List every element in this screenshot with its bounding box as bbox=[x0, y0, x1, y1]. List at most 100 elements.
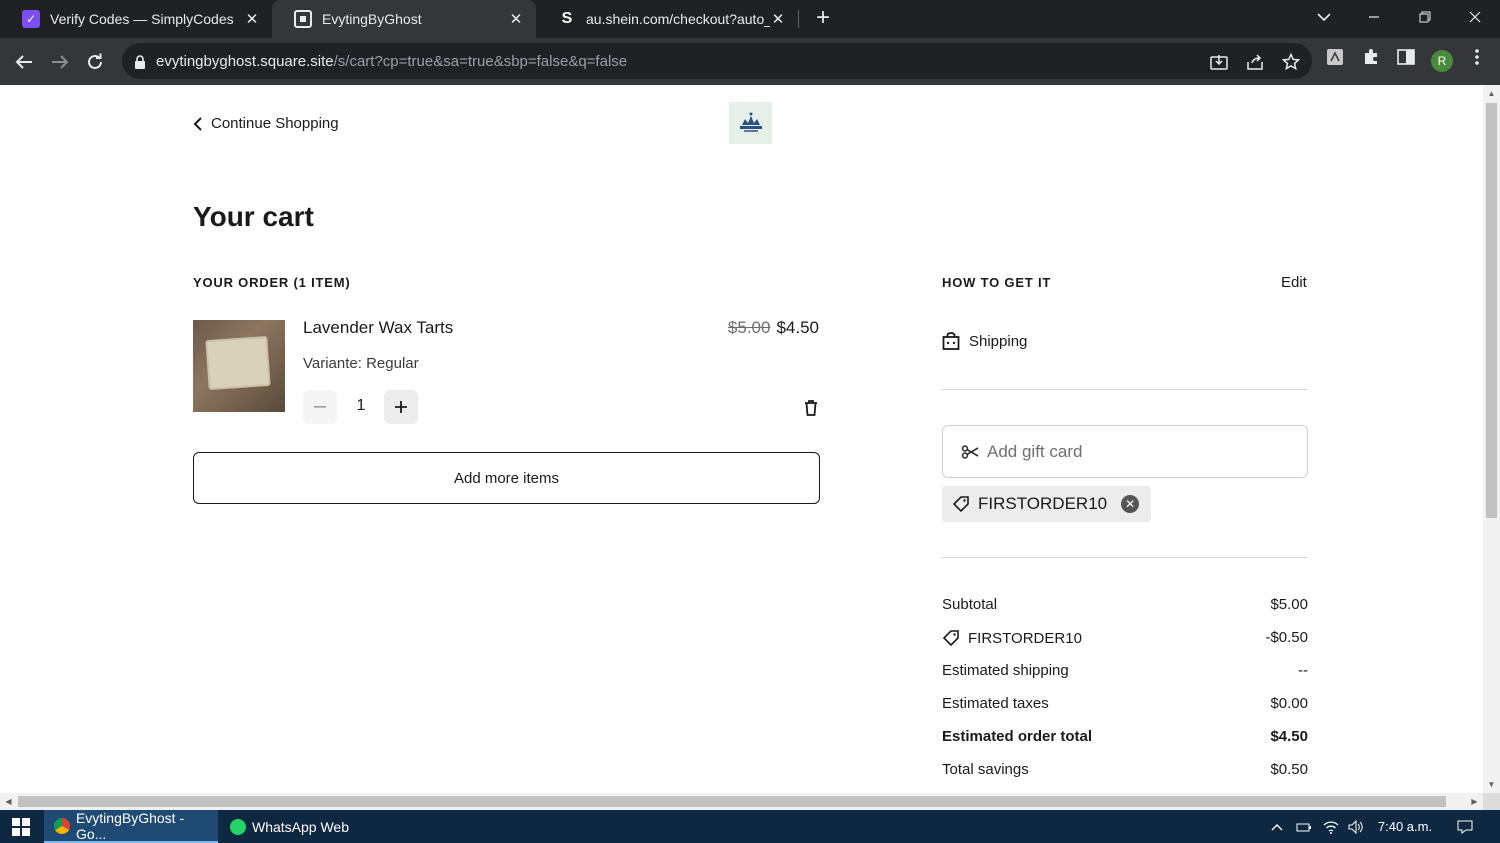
scroll-up-arrow-icon[interactable]: ▲ bbox=[1483, 85, 1500, 102]
taskbar-app-whatsapp[interactable]: WhatsApp Web bbox=[220, 810, 390, 843]
chevron-left-icon bbox=[193, 116, 202, 131]
shein-favicon-icon: S bbox=[561, 10, 573, 27]
taskbar-app-chrome[interactable]: EvytingByGhost - Go... bbox=[44, 810, 218, 843]
continue-shopping-label: Continue Shopping bbox=[211, 115, 339, 132]
divider bbox=[942, 557, 1308, 558]
add-more-items-button[interactable]: Add more items bbox=[193, 452, 820, 504]
trash-icon bbox=[805, 400, 817, 416]
windows-logo-icon bbox=[12, 817, 30, 836]
square-favicon-icon bbox=[294, 10, 312, 28]
restore-icon bbox=[1419, 11, 1431, 23]
scroll-right-arrow-icon[interactable]: ▶ bbox=[1466, 793, 1483, 810]
menu-kebab-icon[interactable] bbox=[1467, 47, 1487, 67]
tag-icon bbox=[952, 496, 969, 513]
profile-avatar[interactable]: R bbox=[1431, 50, 1453, 72]
tab-divider bbox=[798, 10, 799, 28]
close-icon bbox=[1469, 11, 1481, 23]
increase-quantity-button[interactable] bbox=[384, 390, 418, 424]
decrease-quantity-button[interactable] bbox=[303, 390, 337, 424]
arrow-right-icon bbox=[52, 55, 69, 69]
windows-taskbar: EvytingByGhost - Go... WhatsApp Web 7:40… bbox=[0, 810, 1500, 843]
wifi-icon[interactable] bbox=[1320, 810, 1342, 843]
scroll-left-arrow-icon[interactable]: ◀ bbox=[0, 793, 17, 810]
battery-icon[interactable] bbox=[1293, 810, 1315, 843]
side-panel-icon[interactable] bbox=[1396, 47, 1416, 67]
store-logo[interactable] bbox=[729, 102, 772, 144]
close-window-button[interactable] bbox=[1455, 0, 1495, 34]
scissors-icon bbox=[961, 444, 979, 459]
tab-evytingbyghost[interactable]: EvytingByGhost ✕ bbox=[272, 0, 536, 38]
shopping-bag-icon bbox=[942, 332, 960, 350]
plus-icon bbox=[395, 401, 407, 413]
volume-icon[interactable] bbox=[1345, 810, 1367, 843]
restore-button[interactable] bbox=[1405, 0, 1445, 34]
page-title: Your cart bbox=[193, 201, 314, 232]
product-name[interactable]: Lavender Wax Tarts bbox=[303, 318, 453, 338]
order-section-label: YOUR ORDER (1 ITEM) bbox=[193, 275, 351, 290]
scrollbar-corner bbox=[1483, 793, 1500, 810]
clock[interactable]: 7:40 a.m. bbox=[1372, 810, 1438, 843]
summary-row-discount: FIRSTORDER10 -$0.50 bbox=[942, 629, 1308, 647]
product-image[interactable] bbox=[193, 320, 285, 412]
summary-row-total: Estimated order total $4.50 bbox=[942, 728, 1308, 745]
horizontal-scrollbar[interactable]: ◀ ▶ bbox=[0, 793, 1483, 810]
chrome-icon bbox=[54, 817, 70, 834]
product-price: $5.00 $4.50 bbox=[728, 318, 819, 338]
reload-button[interactable] bbox=[81, 48, 109, 76]
close-tab-icon[interactable]: ✕ bbox=[244, 10, 260, 28]
reload-icon bbox=[88, 53, 102, 69]
continue-shopping-link[interactable]: Continue Shopping bbox=[193, 115, 339, 132]
edit-fulfillment-button[interactable]: Edit bbox=[1281, 274, 1307, 291]
summary-row-subtotal: Subtotal $5.00 bbox=[942, 596, 1308, 613]
tray-chevron-up-icon[interactable] bbox=[1266, 810, 1288, 843]
back-button[interactable] bbox=[10, 48, 38, 76]
start-button[interactable] bbox=[0, 810, 42, 843]
url-path: /s/cart?cp=true&sa=true&sbp=false&q=fals… bbox=[333, 52, 628, 70]
new-tab-button[interactable]: + bbox=[812, 6, 834, 32]
vertical-scrollbar[interactable]: ▲ ▼ bbox=[1483, 85, 1500, 793]
summary-row-shipping: Estimated shipping -- bbox=[942, 662, 1308, 679]
close-tab-icon[interactable]: ✕ bbox=[770, 10, 786, 28]
divider bbox=[942, 389, 1308, 390]
extension-icon[interactable] bbox=[1325, 47, 1345, 67]
applied-coupon-chip: FIRSTORDER10 ✕ bbox=[942, 486, 1152, 522]
bookmark-star-icon[interactable] bbox=[1281, 52, 1301, 72]
tab-strip: ✓ Verify Codes — SimplyCodes ✕ EvytingBy… bbox=[0, 0, 1500, 38]
notifications-icon[interactable] bbox=[1452, 810, 1478, 843]
tab-search-button[interactable] bbox=[1304, 0, 1344, 34]
summary-row-savings: Total savings $0.50 bbox=[942, 761, 1308, 778]
minimize-icon bbox=[1369, 16, 1379, 18]
cart-page: Continue Shopping Your cart YOUR ORDER (… bbox=[0, 85, 1483, 793]
browser-toolbar: evytingbyghost.square.site/s/cart?cp=tru… bbox=[0, 38, 1500, 85]
minus-icon bbox=[314, 406, 326, 408]
whatsapp-icon bbox=[230, 818, 246, 835]
gift-card-input[interactable]: Add gift card bbox=[942, 425, 1308, 478]
lock-icon[interactable] bbox=[130, 52, 150, 72]
vertical-scroll-thumb[interactable] bbox=[1486, 103, 1497, 518]
horizontal-scroll-thumb[interactable] bbox=[18, 796, 1446, 807]
coupon-code: FIRSTORDER10 bbox=[978, 494, 1108, 513]
sale-price: $4.50 bbox=[776, 318, 819, 337]
tab-shein[interactable]: S au.shein.com/checkout?auto_co ✕ bbox=[536, 0, 798, 38]
remove-coupon-icon[interactable]: ✕ bbox=[1121, 495, 1140, 513]
remove-item-button[interactable] bbox=[801, 398, 821, 418]
close-tab-icon[interactable]: ✕ bbox=[508, 10, 524, 28]
address-bar[interactable]: evytingbyghost.square.site/s/cart?cp=tru… bbox=[122, 43, 1312, 79]
simplycodes-favicon-icon: ✓ bbox=[22, 10, 40, 28]
tag-icon bbox=[942, 630, 959, 647]
tab-title: au.shein.com/checkout?auto_co bbox=[586, 11, 770, 27]
how-to-get-it-label: HOW TO GET IT bbox=[942, 275, 1052, 290]
forward-button[interactable] bbox=[46, 48, 74, 76]
product-variant: Variante: Regular bbox=[303, 355, 419, 372]
tab-simplycodes[interactable]: ✓ Verify Codes — SimplyCodes ✕ bbox=[0, 0, 272, 38]
scroll-down-arrow-icon[interactable]: ▼ bbox=[1483, 776, 1500, 793]
tab-title: EvytingByGhost bbox=[322, 11, 422, 27]
chevron-down-icon bbox=[1317, 13, 1331, 22]
minimize-button[interactable] bbox=[1354, 0, 1394, 34]
share-icon[interactable] bbox=[1245, 52, 1265, 72]
summary-row-taxes: Estimated taxes $0.00 bbox=[942, 695, 1308, 712]
install-app-icon[interactable] bbox=[1209, 52, 1229, 72]
extensions-puzzle-icon[interactable] bbox=[1361, 47, 1381, 67]
ghost-crown-logo-icon bbox=[739, 112, 762, 132]
shipping-label: Shipping bbox=[969, 332, 1028, 350]
